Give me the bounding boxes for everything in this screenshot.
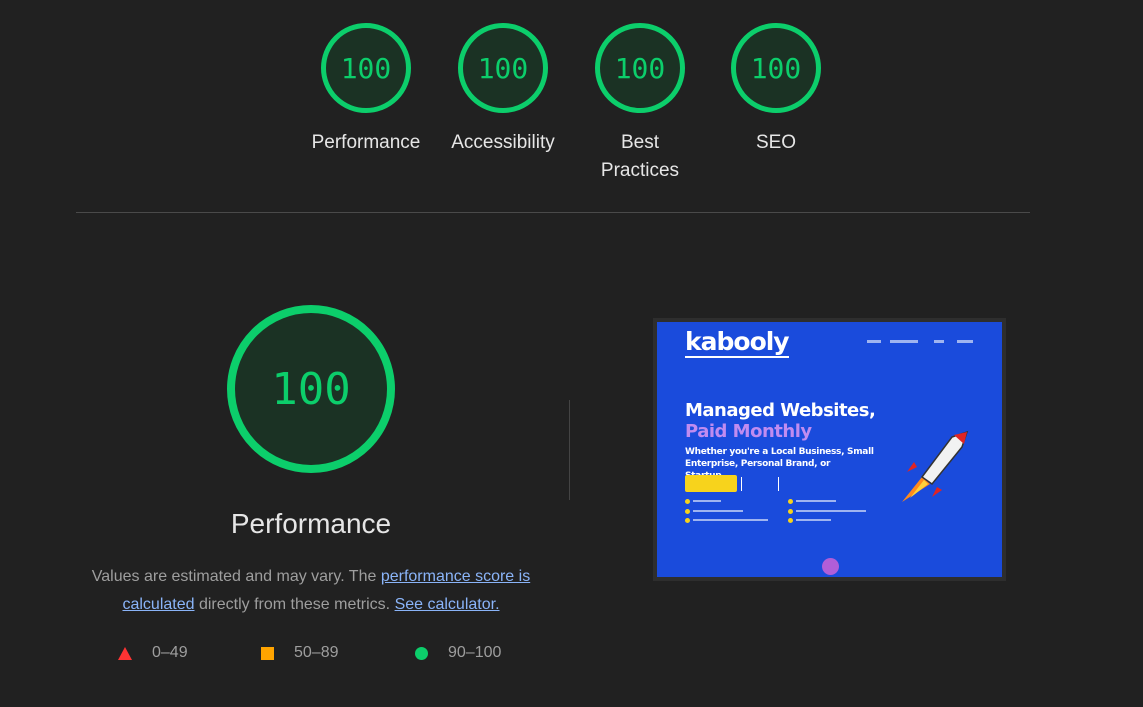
desc-text: Values are estimated and may vary. The [91, 568, 381, 585]
feature-item [685, 498, 721, 504]
legend-range: 90–100 [448, 644, 502, 661]
circle-icon [415, 646, 428, 660]
legend-range: 0–49 [152, 644, 188, 661]
feature-item [685, 508, 743, 514]
score-ring: 100 [595, 23, 685, 113]
rocket-icon [902, 430, 969, 502]
gauge-label: Best Practices [600, 132, 680, 181]
site-logo: kabooly [685, 327, 790, 358]
feature-item [788, 498, 836, 504]
headline-line-accent: Paid Monthly [685, 421, 812, 442]
performance-score-gauge: 100 [227, 305, 395, 473]
gauge-performance[interactable]: 100 Performance [298, 23, 434, 157]
legend-pass: 90–100 [415, 644, 501, 662]
gauge-best-practices[interactable]: 100 Best Practices [572, 23, 708, 185]
secondary-button [741, 477, 779, 491]
score-ring: 100 [458, 23, 548, 113]
gauge-label: Accessibility [451, 132, 555, 153]
score-ring: 100 [321, 23, 411, 113]
site-headline: Managed Websites, Paid Monthly [685, 400, 876, 442]
score-ring: 100 [731, 23, 821, 113]
see-calculator-link[interactable]: See calculator. [395, 596, 500, 613]
cta-button [685, 475, 737, 492]
gauge-accessibility[interactable]: 100 Accessibility [435, 23, 571, 157]
headline-line: Managed Websites, [685, 400, 876, 421]
triangle-icon [118, 646, 132, 660]
performance-description: Values are estimated and may vary. The p… [76, 563, 546, 619]
nav-item [934, 340, 944, 343]
legend-average: 50–89 [261, 644, 339, 662]
feature-item [788, 517, 831, 523]
feature-item [685, 517, 768, 523]
nav-item [867, 340, 881, 343]
desc-text: directly from these metrics. [194, 596, 395, 613]
gauge-label: Performance [311, 132, 421, 153]
performance-title: Performance [230, 508, 392, 539]
chat-bubble [822, 558, 839, 575]
vertical-divider [569, 400, 570, 500]
final-screenshot[interactable]: kabooly Managed Websites, Paid Monthly W… [653, 318, 1006, 581]
square-icon [261, 646, 274, 660]
section-divider [76, 212, 1030, 213]
legend-fail: 0–49 [118, 644, 188, 662]
gauge-seo[interactable]: 100 SEO [708, 23, 844, 157]
gauge-label: SEO [755, 132, 797, 153]
feature-item [788, 508, 866, 514]
nav-item [957, 340, 973, 343]
legend-range: 50–89 [294, 644, 339, 661]
nav-item [890, 340, 918, 343]
